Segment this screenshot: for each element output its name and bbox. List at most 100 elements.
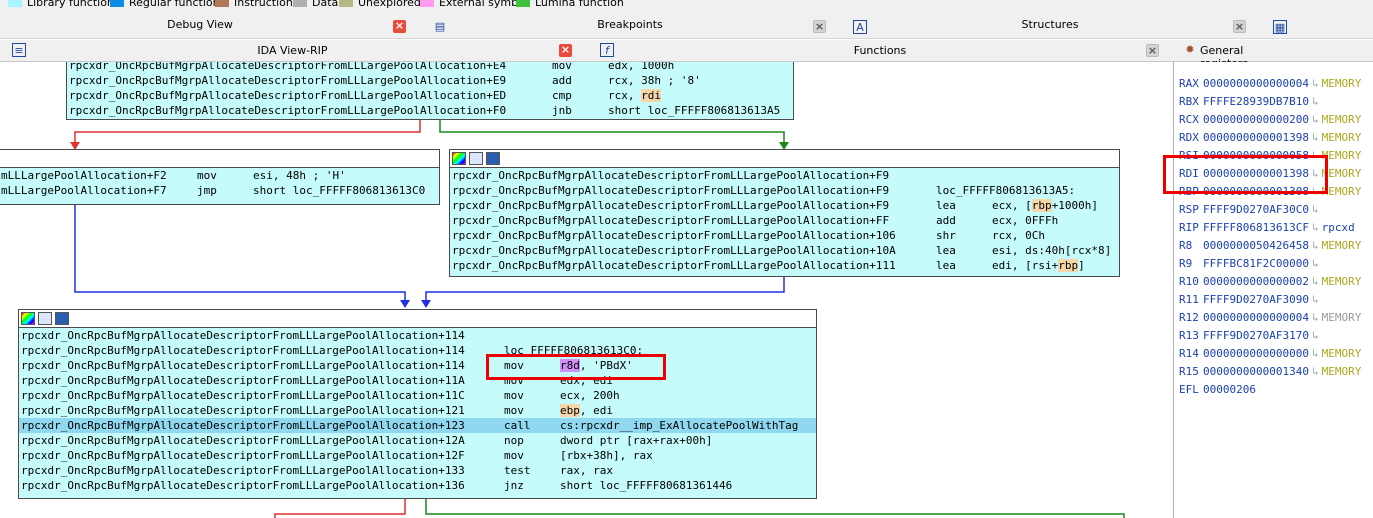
ida-graph-view[interactable]: rpcxdr_OncRpcBufMgrpAllocateDescriptorFr… [0, 62, 1174, 518]
register-value[interactable]: 0000000000001398 [1203, 167, 1309, 180]
disasm-line[interactable]: mLLLargePoolAllocation+F7 jmp short loc_FF… [0, 183, 439, 198]
register-value[interactable]: 0000000000001398 [1203, 131, 1309, 144]
disasm-line[interactable]: rpcxdr_OncRpcBufMgrpAllocateDescriptorFr… [19, 373, 816, 388]
register-value[interactable]: 0000000000000002 [1203, 275, 1309, 288]
close-icon[interactable]: × [559, 44, 572, 57]
register-value[interactable]: FFFFF806813613CF [1203, 221, 1309, 234]
disasm-line[interactable]: rpcxdr_OncRpcBufMgrpAllocateDescriptorFr… [19, 328, 816, 343]
register-highlight[interactable]: rbp [1031, 199, 1052, 212]
register-row[interactable]: R8 0000000050426458 ↳ MEMORY [1179, 236, 1361, 254]
register-row[interactable]: R15 0000000000001340 ↳ MEMORY [1179, 362, 1361, 380]
close-icon[interactable]: × [1233, 20, 1246, 33]
jump-arrow-icon[interactable]: ↳ [1312, 329, 1319, 342]
register-value[interactable]: 0000000000000004 [1203, 77, 1309, 90]
register-row[interactable]: R13 FFFF9D0270AF3170 ↳ [1179, 326, 1322, 344]
register-value[interactable]: 00000206 [1203, 383, 1256, 396]
tab-structures[interactable]: Structures [860, 18, 1240, 38]
disasm-line[interactable]: rpcxdr_OncRpcBufMgrpAllocateDescriptorFr… [450, 258, 1119, 273]
register-value[interactable]: 0000000000001308 [1203, 185, 1309, 198]
register-value[interactable]: FFFF9D0270AF3170 [1203, 329, 1309, 342]
disasm-line[interactable]: rpcxdr_OncRpcBufMgrpAllocateDescriptorFr… [19, 418, 816, 433]
disasm-line[interactable]: rpcxdr_OncRpcBufMgrpAllocateDescriptorFr… [450, 198, 1119, 213]
code-block-right[interactable]: rpcxdr_OncRpcBufMgrpAllocateDescriptorFr… [449, 149, 1120, 277]
jump-arrow-icon[interactable]: ↳ [1312, 293, 1319, 306]
jump-arrow-icon[interactable]: ↳ [1312, 203, 1319, 216]
disasm-line[interactable]: rpcxdr_OncRpcBufMgrpAllocateDescriptorFr… [19, 343, 816, 358]
disasm-line[interactable]: rpcxdr_OncRpcBufMgrpAllocateDescriptorFr… [67, 73, 793, 88]
register-row[interactable]: RSI 0000000000000058 ↳ MEMORY [1179, 146, 1361, 164]
disasm-line[interactable]: rpcxdr_OncRpcBufMgrpAllocateDescriptorFr… [19, 388, 816, 403]
disasm-line[interactable]: rpcxdr_OncRpcBufMgrpAllocateDescriptorFr… [67, 62, 793, 73]
register-row[interactable]: R11 FFFF9D0270AF3090 ↳ [1179, 290, 1322, 308]
register-highlight[interactable]: r8d [560, 359, 580, 372]
register-row[interactable]: EFL 00000206 [1179, 380, 1262, 398]
code-block-bottom[interactable]: rpcxdr_OncRpcBufMgrpAllocateDescriptorFr… [18, 309, 817, 499]
tab-breakpoints[interactable]: Breakpoints [440, 18, 820, 38]
register-row[interactable]: RSP FFFF9D0270AF30C0 ↳ [1179, 200, 1322, 218]
register-highlight[interactable]: ebp [560, 404, 580, 417]
disasm-line[interactable]: rpcxdr_OncRpcBufMgrpAllocateDescriptorFr… [19, 358, 816, 373]
jump-arrow-icon[interactable]: ↳ [1312, 113, 1319, 126]
register-row[interactable]: RDI 0000000000001398 ↳ MEMORY [1179, 164, 1361, 182]
close-icon[interactable]: × [393, 20, 406, 33]
register-row[interactable]: RCX 0000000000000200 ↳ MEMORY [1179, 110, 1361, 128]
jump-arrow-icon[interactable]: ↳ [1312, 365, 1319, 378]
register-highlight[interactable]: rbp [1058, 259, 1079, 272]
register-row[interactable]: RIP FFFFF806813613CF ↳ rpcxd [1179, 218, 1355, 236]
register-highlight[interactable]: rdi [641, 89, 661, 102]
jump-arrow-icon[interactable]: ↳ [1312, 275, 1319, 288]
close-icon[interactable]: × [813, 20, 826, 33]
register-row[interactable]: RDX 0000000000001398 ↳ MEMORY [1179, 128, 1361, 146]
tab-ida-view[interactable]: IDA View-RIP [0, 44, 585, 64]
register-value[interactable]: 0000000000000200 [1203, 113, 1309, 126]
disasm-line[interactable]: rpcxdr_OncRpcBufMgrpAllocateDescriptorFr… [450, 228, 1119, 243]
jump-arrow-icon[interactable]: ↳ [1312, 95, 1319, 108]
register-row[interactable]: R12 0000000000000004 ↳ MEMORY [1179, 308, 1361, 326]
disasm-line[interactable]: rpcxdr_OncRpcBufMgrpAllocateDescriptorFr… [450, 168, 1119, 183]
disasm-line[interactable]: rpcxdr_OncRpcBufMgrpAllocateDescriptorFr… [67, 103, 793, 118]
tab-functions[interactable]: Functions [590, 44, 1170, 64]
jump-arrow-icon[interactable]: ↳ [1312, 221, 1319, 234]
register-value[interactable]: 0000000050426458 [1203, 239, 1309, 252]
register-row[interactable]: RAX 0000000000000004 ↳ MEMORY [1179, 74, 1361, 92]
graph-icon[interactable] [486, 152, 500, 165]
jump-arrow-icon[interactable]: ↳ [1312, 167, 1319, 180]
general-registers-panel[interactable]: RAX 0000000000000004 ↳ MEMORY RBX FFFFE28939D… [1175, 62, 1373, 518]
disasm-line[interactable]: rpcxdr_OncRpcBufMgrpAllocateDescriptorFr… [19, 403, 816, 418]
register-value[interactable]: FFFFBC81F2C00000 [1203, 257, 1309, 270]
tab-debug-view[interactable]: Debug View [0, 18, 400, 38]
color-icon[interactable] [21, 312, 35, 325]
register-value[interactable]: FFFFE28939DB7B10 [1203, 95, 1309, 108]
register-row[interactable]: R10 0000000000000002 ↳ MEMORY [1179, 272, 1361, 290]
register-row[interactable]: RBX FFFFE28939DB7B10 ↳ [1179, 92, 1322, 110]
jump-arrow-icon[interactable]: ↳ [1312, 257, 1319, 270]
register-value[interactable]: 0000000000000004 [1203, 311, 1309, 324]
jump-arrow-icon[interactable]: ↳ [1312, 239, 1319, 252]
register-value[interactable]: FFFF9D0270AF3090 [1203, 293, 1309, 306]
disasm-line[interactable]: rpcxdr_OncRpcBufMgrpAllocateDescriptorFr… [19, 463, 816, 478]
register-row[interactable]: R9 FFFFBC81F2C00000 ↳ [1179, 254, 1322, 272]
disasm-line[interactable]: rpcxdr_OncRpcBufMgrpAllocateDescriptorFr… [19, 448, 816, 463]
disasm-line[interactable]: rpcxdr_OncRpcBufMgrpAllocateDescriptorFr… [19, 478, 816, 493]
disasm-line[interactable]: rpcxdr_OncRpcBufMgrpAllocateDescriptorFr… [450, 213, 1119, 228]
jump-arrow-icon[interactable]: ↳ [1312, 185, 1319, 198]
register-row[interactable]: RBP 0000000000001308 ↳ MEMORY [1179, 182, 1361, 200]
edit-icon[interactable] [38, 312, 52, 325]
disasm-line[interactable]: rpcxdr_OncRpcBufMgrpAllocateDescriptorFr… [67, 88, 793, 103]
register-value[interactable]: 0000000000000058 [1203, 149, 1309, 162]
jump-arrow-icon[interactable]: ↳ [1312, 131, 1319, 144]
code-block-top[interactable]: rpcxdr_OncRpcBufMgrpAllocateDescriptorFr… [66, 62, 794, 120]
disasm-line[interactable]: rpcxdr_OncRpcBufMgrpAllocateDescriptorFr… [450, 243, 1119, 258]
code-block-left[interactable]: mLLLargePoolAllocation+F2 mov esi, 48h ; '… [0, 149, 440, 205]
register-value[interactable]: 0000000000001340 [1203, 365, 1309, 378]
disasm-line[interactable]: mLLLargePoolAllocation+F2 mov esi, 48h ; '… [0, 168, 439, 183]
disasm-line[interactable]: rpcxdr_OncRpcBufMgrpAllocateDescriptorFr… [19, 433, 816, 448]
register-row[interactable]: R14 0000000000000000 ↳ MEMORY [1179, 344, 1361, 362]
edit-icon[interactable] [469, 152, 483, 165]
disasm-line[interactable]: rpcxdr_OncRpcBufMgrpAllocateDescriptorFr… [450, 183, 1119, 198]
register-value[interactable]: FFFF9D0270AF30C0 [1203, 203, 1309, 216]
jump-arrow-icon[interactable]: ↳ [1312, 77, 1319, 90]
color-icon[interactable] [452, 152, 466, 165]
register-value[interactable]: 0000000000000000 [1203, 347, 1309, 360]
graph-icon[interactable] [55, 312, 69, 325]
